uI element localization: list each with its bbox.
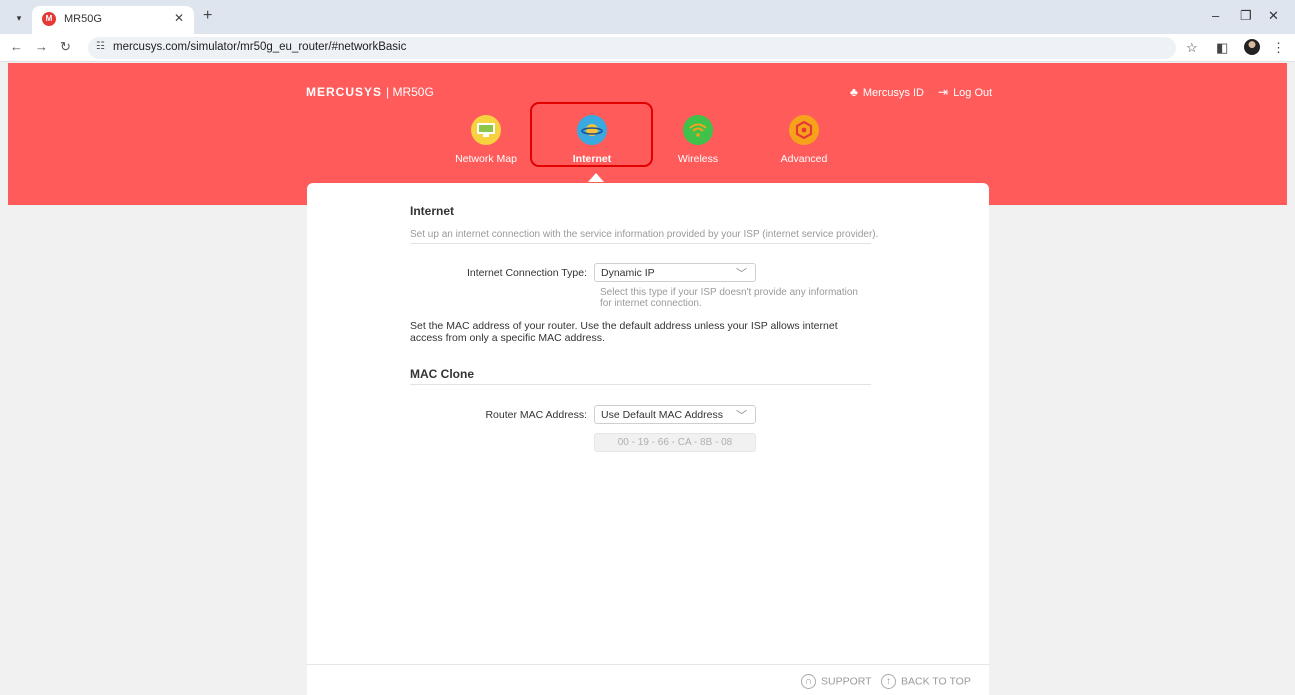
mercusys-favicon-icon: M: [42, 12, 56, 26]
router-mac-label: Router MAC Address:: [485, 409, 587, 421]
side-panel-icon[interactable]: ◧: [1216, 40, 1228, 56]
browser-tab-bar: ▾ M MR50G ✕ + – ❐ ✕: [0, 0, 1295, 34]
tab-title: MR50G: [64, 13, 102, 25]
restore-icon[interactable]: ❐: [1240, 8, 1252, 24]
back-to-top-label: BACK TO TOP: [901, 675, 971, 688]
logout-label: Log Out: [953, 87, 993, 99]
account-icon: ♣: [850, 85, 858, 99]
close-window-icon[interactable]: ✕: [1268, 8, 1279, 24]
gear-icon: [789, 115, 819, 145]
nav-wireless[interactable]: Wireless: [650, 115, 746, 165]
nav-network-map-label: Network Map: [455, 153, 517, 165]
close-tab-icon[interactable]: ✕: [174, 11, 184, 25]
arrow-up-icon: ↑: [881, 674, 896, 689]
nav-internet-label: Internet: [572, 153, 612, 165]
browser-tab[interactable]: M MR50G ✕: [32, 6, 194, 34]
forward-icon[interactable]: →: [35, 39, 48, 54]
reload-icon[interactable]: ↻: [60, 39, 71, 55]
minimize-icon[interactable]: –: [1212, 8, 1219, 23]
chevron-down-icon: ﹀: [736, 410, 747, 422]
address-bar[interactable]: ☷ mercusys.com/simulator/mr50g_eu_router…: [88, 37, 1176, 59]
model-name: | MR50G: [386, 85, 434, 99]
mac-clone-section-title: MAC Clone: [410, 367, 474, 381]
router-mac-select[interactable]: Use Default MAC Address ﹀: [594, 405, 756, 424]
headset-icon: ∩: [801, 674, 816, 689]
nav-internet[interactable]: Internet: [544, 115, 640, 165]
divider: [410, 243, 871, 244]
brand-name: MERCUSYS: [306, 85, 383, 99]
logout-icon: ⇥: [938, 85, 949, 99]
bookmark-star-icon[interactable]: ☆: [1186, 40, 1198, 56]
mac-address-field: 00 - 19 - 66 - CA - 8B - 08: [594, 433, 756, 452]
network-map-icon: [471, 115, 501, 145]
support-label: SUPPORT: [821, 675, 872, 688]
profile-avatar[interactable]: [1244, 39, 1260, 55]
nav-network-map[interactable]: Network Map: [438, 115, 534, 165]
url-text: mercusys.com/simulator/mr50g_eu_router/#…: [113, 41, 407, 53]
page-footer: ∩ SUPPORT ↑ BACK TO TOP: [307, 664, 989, 695]
site-settings-icon[interactable]: ☷: [96, 41, 105, 52]
connection-type-select[interactable]: Dynamic IP ﹀: [594, 263, 756, 282]
router-mac-value: Use Default MAC Address: [601, 409, 723, 421]
mac-address-note: Set the MAC address of your router. Use …: [410, 320, 838, 344]
new-tab-icon[interactable]: +: [203, 8, 212, 24]
nav-advanced[interactable]: Advanced: [756, 115, 852, 165]
more-menu-icon[interactable]: ⋮: [1272, 40, 1285, 56]
chevron-down-icon: ﹀: [736, 268, 747, 280]
mercusys-id-label: Mercusys ID: [862, 87, 924, 99]
tab-search-icon[interactable]: ▾: [10, 10, 28, 26]
back-icon[interactable]: ←: [10, 39, 23, 54]
connection-type-label: Internet Connection Type:: [466, 267, 587, 279]
browser-toolbar: ← → ↻ ☷ mercusys.com/simulator/mr50g_eu_…: [0, 34, 1295, 62]
internet-section-description: Set up an internet connection with the s…: [410, 229, 879, 240]
wifi-icon: [683, 115, 713, 145]
logout-link[interactable]: ⇥ Log Out: [938, 85, 992, 99]
nav-wireless-label: Wireless: [677, 153, 719, 165]
mercusys-id-link[interactable]: ♣ Mercusys ID: [850, 85, 924, 99]
back-to-top-link[interactable]: ↑ BACK TO TOP: [881, 674, 971, 689]
internet-section-title: Internet: [410, 204, 455, 218]
support-link[interactable]: ∩ SUPPORT: [801, 674, 872, 689]
divider: [410, 384, 871, 385]
connection-type-value: Dynamic IP: [601, 267, 655, 279]
mercusys-logo: MERCUSYS | MR50G: [306, 85, 434, 99]
content-card: Internet Set up an internet connection w…: [307, 183, 989, 695]
nav-advanced-label: Advanced: [780, 153, 828, 165]
globe-icon: [577, 115, 607, 145]
active-nav-pointer: [588, 173, 604, 182]
connection-type-hint: Select this type if your ISP doesn't pro…: [600, 287, 858, 309]
